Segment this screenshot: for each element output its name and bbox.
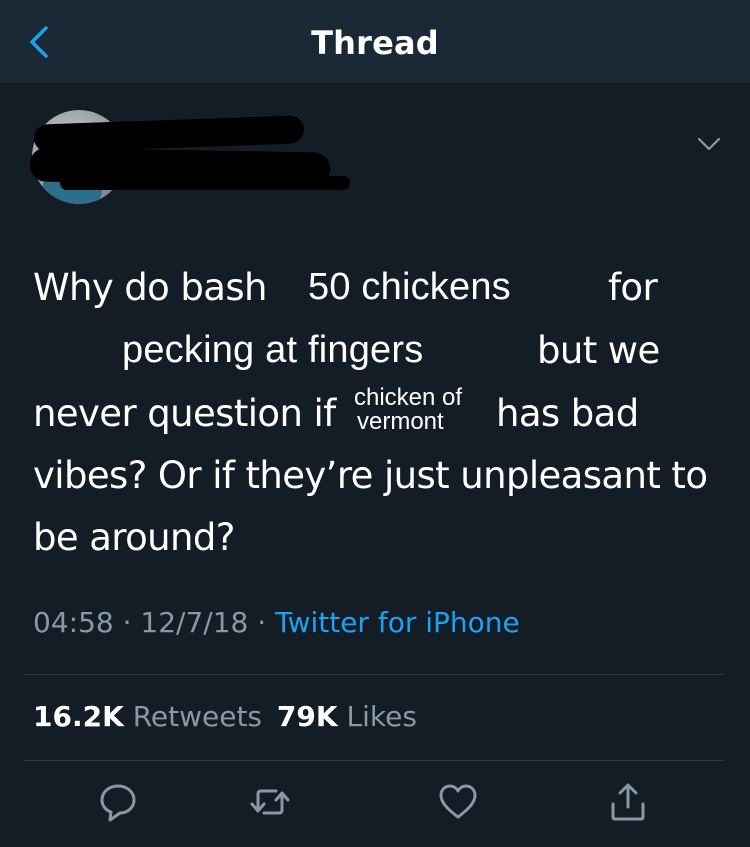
- retweet-icon[interactable]: [248, 780, 292, 824]
- tweet-text-segment: vibes? Or if they’re just unpleasant to: [33, 454, 708, 497]
- tweet-text-segment: but we: [537, 329, 660, 372]
- divider: [24, 760, 724, 761]
- tweet-inserted-text: vermont: [357, 408, 444, 435]
- tweet-text-segment: for: [608, 266, 658, 309]
- separator: ·: [257, 606, 267, 639]
- tweet-meta: 04:58 · 12/7/18 · Twitter for iPhone: [33, 606, 520, 639]
- likes-label[interactable]: Likes: [347, 700, 417, 733]
- tweet-date: 12/7/18: [140, 606, 249, 639]
- tweet-text: Why do bash 50 chickens for pecking at f…: [0, 0, 750, 600]
- retweets-label[interactable]: Retweets: [133, 700, 262, 733]
- tweet-inserted-text: pecking at fingers: [122, 329, 424, 371]
- heart-icon[interactable]: [436, 780, 480, 824]
- action-bar: [0, 780, 750, 840]
- tweet-inserted-text: chicken of: [354, 384, 463, 411]
- share-icon[interactable]: [606, 780, 650, 824]
- tweet-text-segment: be around?: [33, 516, 235, 559]
- tweet-text-segment: never question if: [33, 392, 336, 435]
- tweet-stats: 16.2K Retweets 79K Likes: [33, 700, 417, 733]
- tweet-text-segment: has bad: [496, 392, 639, 435]
- reply-icon[interactable]: [96, 780, 140, 824]
- tweet-text-segment: Why do bash: [33, 266, 267, 309]
- tweet-inserted-text: 50 chickens: [308, 266, 511, 308]
- divider: [24, 674, 724, 675]
- tweet-time: 04:58: [33, 606, 114, 639]
- separator: ·: [122, 606, 132, 639]
- retweets-count[interactable]: 16.2K: [33, 700, 124, 733]
- tweet-source-link[interactable]: Twitter for iPhone: [275, 606, 520, 639]
- likes-count[interactable]: 79K: [277, 700, 338, 733]
